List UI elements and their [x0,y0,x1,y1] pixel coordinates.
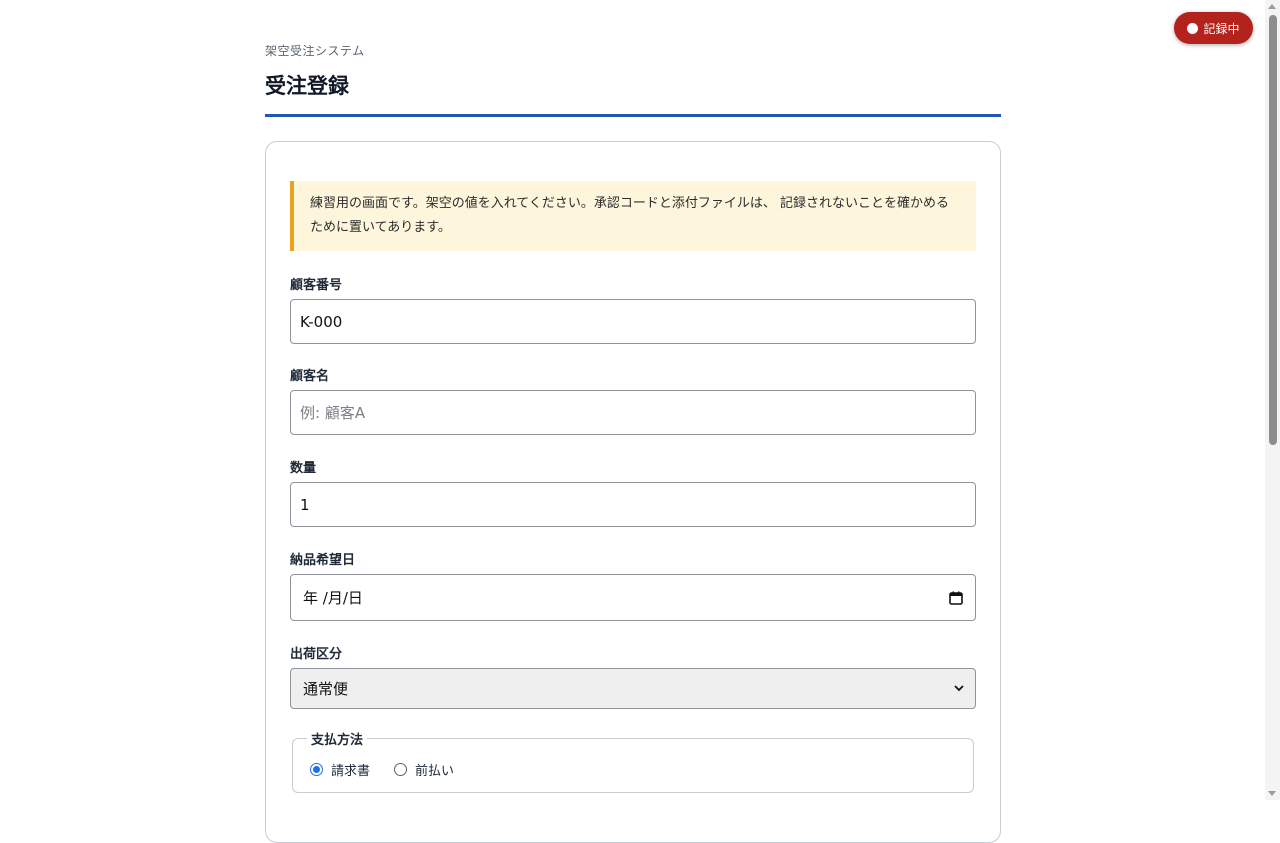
shipping-type-select[interactable]: 通常便 [290,668,976,709]
customer-number-input[interactable] [290,299,976,344]
delivery-date-value: 年 /月/日 [303,589,363,607]
delivery-date-label: 納品希望日 [290,553,356,568]
payment-method-fieldset: 支払方法 請求書 前払い [292,729,974,793]
calendar-icon[interactable] [949,591,963,605]
system-name: 架空受注システム [265,44,365,58]
title-divider [265,114,1001,117]
shipping-type-label: 出荷区分 [290,647,343,662]
customer-name-input[interactable] [290,390,976,435]
radio-prepay[interactable] [394,763,408,776]
scroll-up-icon[interactable] [1268,4,1276,9]
delivery-date-input[interactable]: 年 /月/日 [290,574,976,621]
shipping-type-selected: 通常便 [303,680,349,698]
recording-label: 記録中 [1203,21,1240,36]
radio-invoice[interactable] [310,763,323,776]
quantity-label: 数量 [290,461,317,476]
radio-invoice-label[interactable]: 請求書 [331,760,370,779]
customer-number-label: 顧客番号 [290,278,343,293]
payment-method-options: 請求書 前払い [310,760,478,779]
recording-dot-icon [1187,22,1199,34]
order-form-card: 練習用の画面です。架空の値を入れてください。承認コードと添付ファイルは、 記録さ… [265,141,1001,843]
chevron-down-icon [953,680,965,698]
recording-badge[interactable]: 記録中 [1174,12,1253,44]
radio-prepay-label[interactable]: 前払い [415,760,454,779]
vertical-scrollbar[interactable] [1265,0,1280,800]
payment-method-legend: 支払方法 [307,729,368,748]
notice-banner: 練習用の画面です。架空の値を入れてください。承認コードと添付ファイルは、 記録さ… [290,181,976,251]
scrollbar-thumb[interactable] [1269,15,1277,445]
page-title: 受注登録 [265,74,349,98]
quantity-input[interactable] [290,482,976,527]
customer-name-label: 顧客名 [290,369,330,384]
scroll-down-icon[interactable] [1268,791,1276,796]
